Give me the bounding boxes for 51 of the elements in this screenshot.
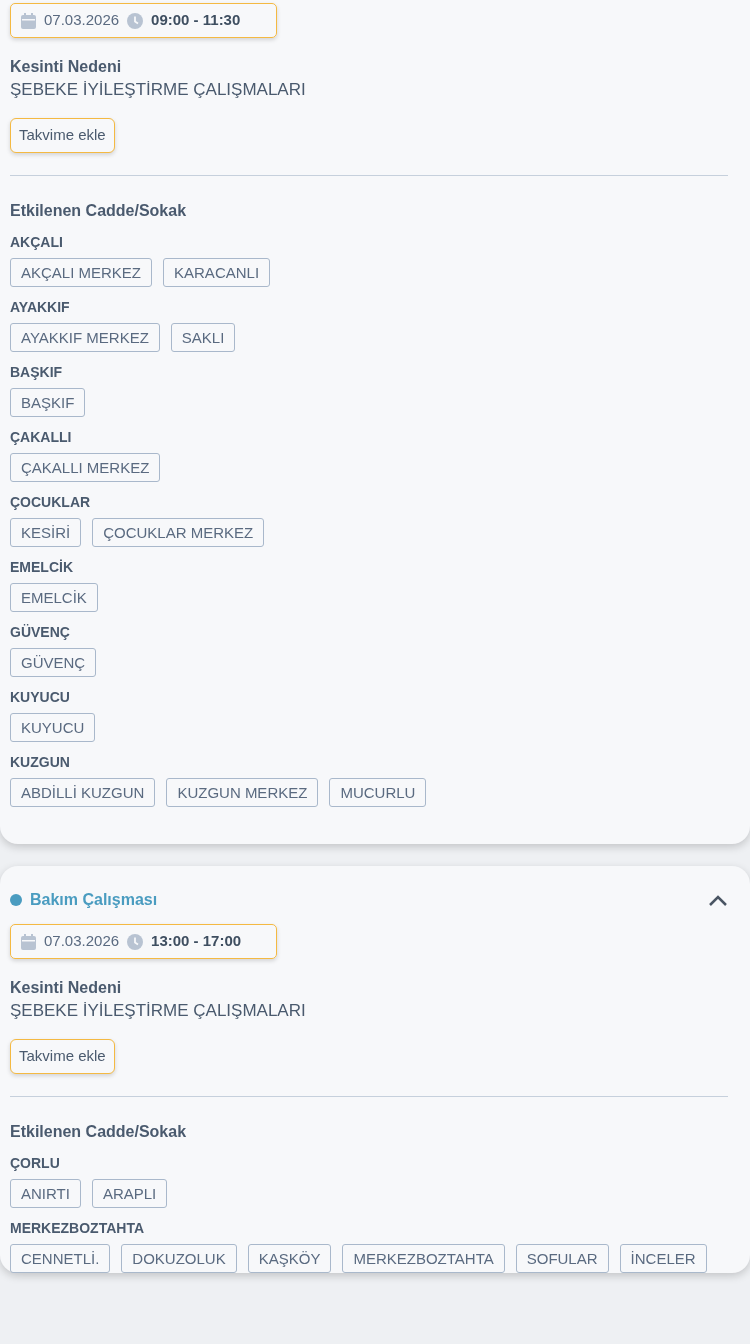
date-text: 07.03.2026: [44, 931, 120, 952]
district-name: ÇOCUKLAR: [10, 493, 92, 512]
district-name: AYAKKIF: [10, 298, 71, 317]
calendar-icon: [21, 933, 36, 950]
clock-icon: [127, 933, 144, 950]
time-text: 13:00 - 17:00: [151, 931, 242, 952]
section-label: Etkilenen Cadde/Sokak: [10, 201, 188, 221]
chevron-icon[interactable]: [708, 894, 728, 907]
calendar-icon: [21, 12, 36, 29]
street-tag: ARAPLI: [91, 1179, 168, 1208]
street-tag: AKÇALI MERKEZ: [10, 258, 153, 287]
street-tag: KESİRİ: [10, 518, 82, 547]
reason-text: ŞEBEKE İYİLEŞTİRME ÇALIŞMALARI: [10, 79, 307, 101]
district-name: KUYUCU: [10, 688, 71, 707]
street-tag: KAŞKÖY: [247, 1244, 332, 1273]
street-tag: DOKUZOLUK: [121, 1244, 237, 1273]
street-tag: ABDİLLİ KUZGUN: [10, 778, 156, 807]
district-name: ÇAKALLI: [10, 428, 73, 447]
district-name: EMELCİK: [10, 558, 74, 577]
time-text: 09:00 - 11:30: [151, 10, 241, 31]
district-name: KUZGUN: [10, 753, 71, 772]
section-label: Kesinti Nedeni: [10, 978, 123, 998]
district-name: GÜVENÇ: [10, 623, 71, 642]
street-tag: ÇAKALLI MERKEZ: [10, 453, 161, 482]
date-text: 07.03.2026: [44, 10, 120, 31]
street-tag: CENNETLİ.: [10, 1244, 111, 1273]
street-tag: ÇOCUKLAR MERKEZ: [92, 518, 265, 547]
street-tag: GÜVENÇ: [10, 648, 97, 677]
street-tag: SOFULAR: [515, 1244, 609, 1273]
street-tag: MERKEZBOZTAHTA: [342, 1244, 505, 1273]
card-title: Bakım Çalışması: [30, 890, 158, 910]
district-name: MERKEZBOZTAHTA: [10, 1219, 146, 1238]
street-tag: SAKLI: [170, 323, 236, 352]
street-tag: KARACANLI: [163, 258, 271, 287]
street-tag: MUCURLU: [329, 778, 427, 807]
section-label: Etkilenen Cadde/Sokak: [10, 1122, 188, 1142]
street-tag: KUYUCU: [10, 713, 96, 742]
street-tag: KUZGUN MERKEZ: [166, 778, 319, 807]
street-tag: EMELCİK: [10, 583, 98, 612]
district-name: ÇORLU: [10, 1154, 61, 1173]
add-to-calendar-button[interactable]: Takvime ekle: [10, 1039, 115, 1074]
add-to-calendar-button[interactable]: Takvime ekle: [10, 118, 115, 153]
street-tag: BAŞKIF: [10, 388, 86, 417]
district-name: AKÇALI: [10, 233, 64, 252]
street-tag: İNCELER: [619, 1244, 707, 1273]
street-tag: ANIRTI: [10, 1179, 81, 1208]
section-label: Kesinti Nedeni: [10, 57, 123, 77]
clock-icon: [127, 12, 144, 29]
district-name: BAŞKIF: [10, 363, 64, 382]
reason-text: ŞEBEKE İYİLEŞTİRME ÇALIŞMALARI: [10, 1000, 307, 1022]
street-tag: AYAKKIF MERKEZ: [10, 323, 160, 352]
